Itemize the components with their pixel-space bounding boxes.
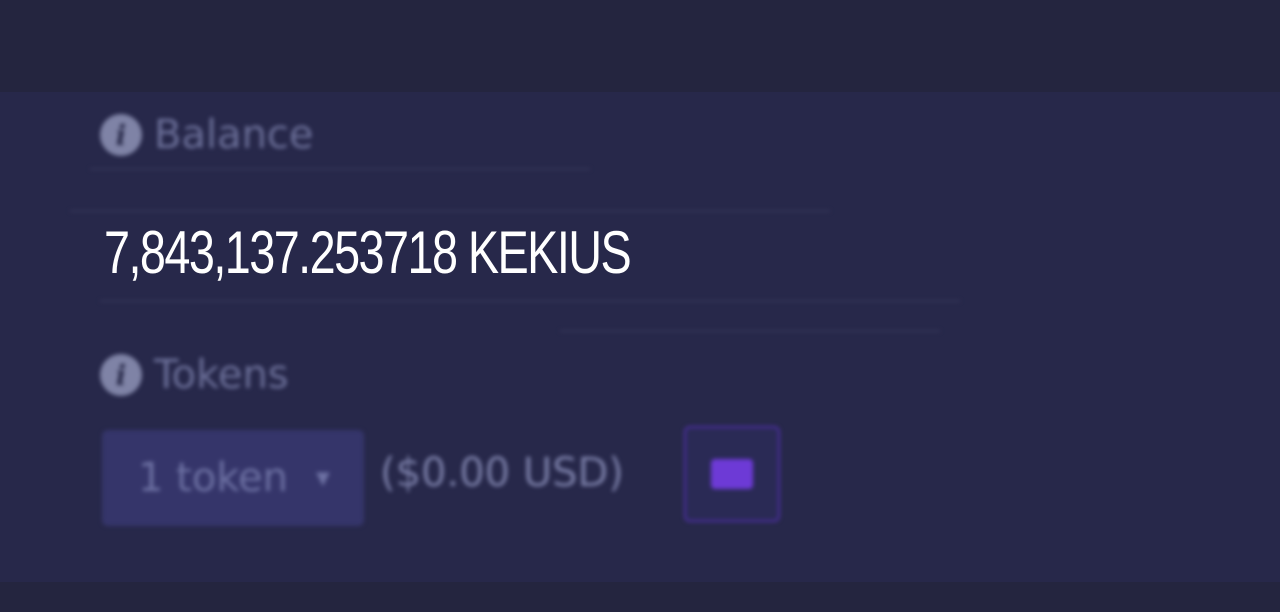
decor-line xyxy=(70,210,830,212)
balance-amount: 7,843,137.253718 KEKIUS xyxy=(104,219,632,286)
decor-line xyxy=(560,330,940,332)
chevron-down-icon: ▼ xyxy=(316,467,330,489)
tokens-label: Tokens xyxy=(154,352,289,398)
tokens-label-row: i Tokens xyxy=(100,352,289,398)
wallet-button[interactable] xyxy=(684,426,780,522)
blurred-background: i Balance i Tokens 1 token ▼ ($0.00 USD) xyxy=(0,0,1280,612)
decor-line xyxy=(100,300,960,302)
usd-value: ($0.00 USD) xyxy=(380,450,624,496)
token-select[interactable]: 1 token ▼ xyxy=(102,430,364,526)
info-icon[interactable]: i xyxy=(100,354,142,396)
balance-label-row: i Balance xyxy=(100,112,314,158)
info-icon[interactable]: i xyxy=(100,114,142,156)
balance-label: Balance xyxy=(154,112,314,158)
wallet-icon xyxy=(711,459,753,489)
decor-line xyxy=(90,168,590,170)
token-select-value: 1 token xyxy=(138,455,289,501)
